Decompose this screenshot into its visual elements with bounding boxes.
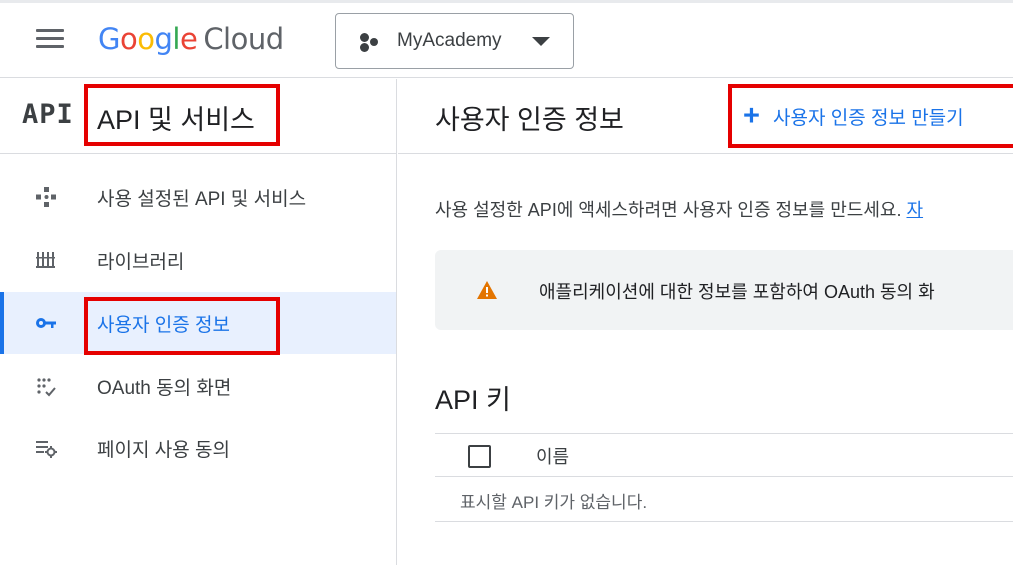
sidebar: API API 및 서비스 사용 설정된 API 및 서비스 라이브러리 사용자… [0,79,397,565]
sidebar-item-label: 라이브러리 [97,252,185,273]
sidebar-item-label: 페이지 사용 동의 [97,440,230,461]
description-text: 사용 설정한 API에 액세스하려면 사용자 인증 정보를 만드세요. 자 [435,200,924,220]
project-picker-button[interactable]: MyAcademy [335,13,574,69]
notice-text: 애플리케이션에 대한 정보를 포함하여 OAuth 동의 화 [539,282,935,302]
sidebar-item-label: 사용 설정된 API 및 서비스 [97,189,307,210]
page-title: 사용자 인증 정보 [435,105,624,135]
top-bar: Google Cloud MyAcademy [0,0,1013,78]
api-logo-icon: API [22,99,74,130]
menu-icon[interactable] [36,28,64,50]
key-icon [33,312,59,334]
highlight-box-sidebar-title [84,84,280,146]
table-empty-row: 표시할 API 키가 없습니다. [435,478,1013,522]
api-keys-title: API 키 [435,385,511,415]
oauth-consent-icon [33,375,59,397]
google-cloud-logo[interactable]: Google Cloud [98,22,284,56]
select-all-checkbox[interactable] [468,445,491,468]
empty-state-text: 표시할 API 키가 없습니다. [460,493,648,512]
highlight-box-credentials [84,297,280,355]
project-name: MyAcademy [397,30,502,51]
highlight-box-create-credentials [728,84,1013,148]
sidebar-item-oauth-consent[interactable]: OAuth 동의 화면 [0,355,396,417]
library-icon [33,249,59,271]
description-link[interactable]: 자 [906,200,923,220]
sidebar-item-page-usage[interactable]: 페이지 사용 동의 [0,417,396,479]
sidebar-item-enabled-apis[interactable]: 사용 설정된 API 및 서비스 [0,166,396,228]
api-keys-table-header: 이름 [435,433,1013,477]
sidebar-item-label: OAuth 동의 화면 [97,378,232,399]
page-usage-icon [33,437,59,459]
main-content: 사용자 인증 정보 + 사용자 인증 정보 만들기 사용 설정한 API에 액세… [398,79,1013,565]
warning-icon [476,280,498,300]
dropdown-arrow-icon [532,37,550,46]
column-header-name[interactable]: 이름 [536,443,569,469]
project-icon [358,31,382,53]
sidebar-item-library[interactable]: 라이브러리 [0,229,396,291]
enabled-apis-icon [33,186,59,208]
consent-notice-banner: 애플리케이션에 대한 정보를 포함하여 OAuth 동의 화 [435,250,1013,330]
